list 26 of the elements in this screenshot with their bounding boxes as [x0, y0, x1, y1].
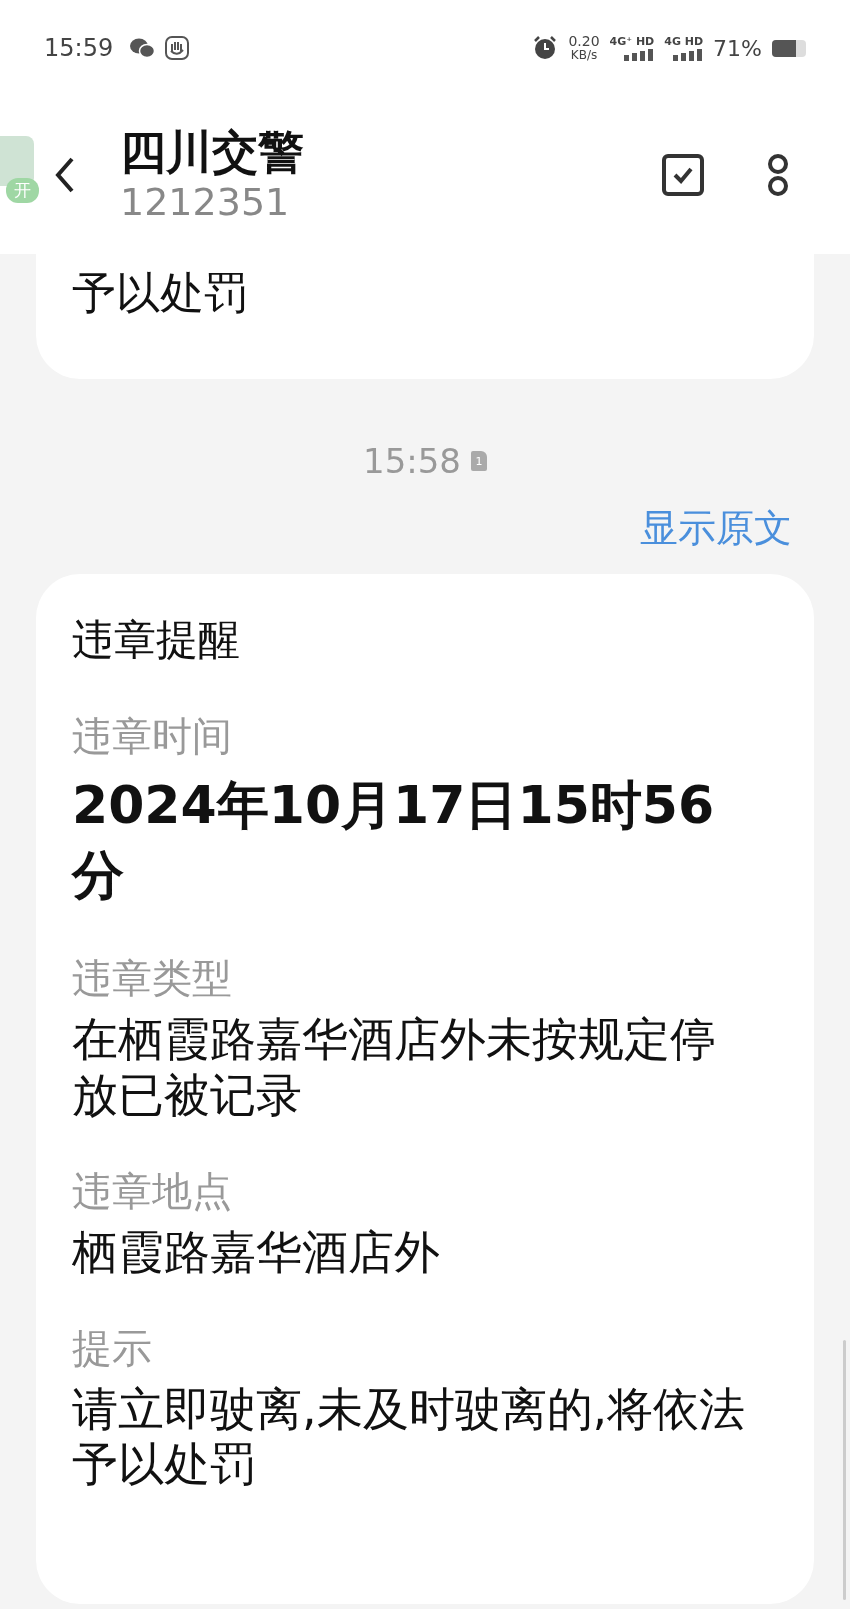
field-label: 违章地点: [72, 1166, 233, 1216]
phone-number: 1212351: [120, 179, 291, 226]
field-value: 请立即驶离,未及时驶离的,将依法予以处罚: [72, 1381, 747, 1493]
message-text: 予以处罚: [72, 266, 249, 320]
network-type: 4G HD: [664, 35, 704, 49]
chat-icon: [129, 37, 156, 59]
network-speed: 0.20 KB/s: [568, 34, 600, 62]
battery-percent: 71%: [713, 35, 762, 61]
status-time: 15:59: [44, 34, 114, 62]
checkbox-icon[interactable]: [662, 154, 704, 196]
field-value: 2024年10月17日15时56分: [72, 774, 716, 908]
field-label: 提示: [72, 1323, 153, 1373]
message-time: 15:58: [363, 441, 461, 481]
signal-icon: [624, 48, 655, 61]
field-value: 在栖霞路嘉华酒店外未按规定停放已被记录: [72, 1012, 717, 1123]
field-label: 违章类型: [72, 954, 233, 1004]
sim-card-icon: 1: [471, 451, 487, 471]
battery-icon: [772, 39, 806, 57]
contact-name: 四川交警: [120, 124, 304, 180]
field-label: 违章时间: [72, 712, 233, 761]
network-type: 4G⁺ HD: [609, 35, 655, 49]
more-icon[interactable]: [766, 153, 790, 197]
hand-icon: [165, 36, 190, 60]
card-title: 违章提醒: [72, 614, 241, 666]
field-value: 栖霞路嘉华酒店外: [72, 1224, 441, 1280]
show-original-link[interactable]: 显示原文: [640, 503, 792, 554]
